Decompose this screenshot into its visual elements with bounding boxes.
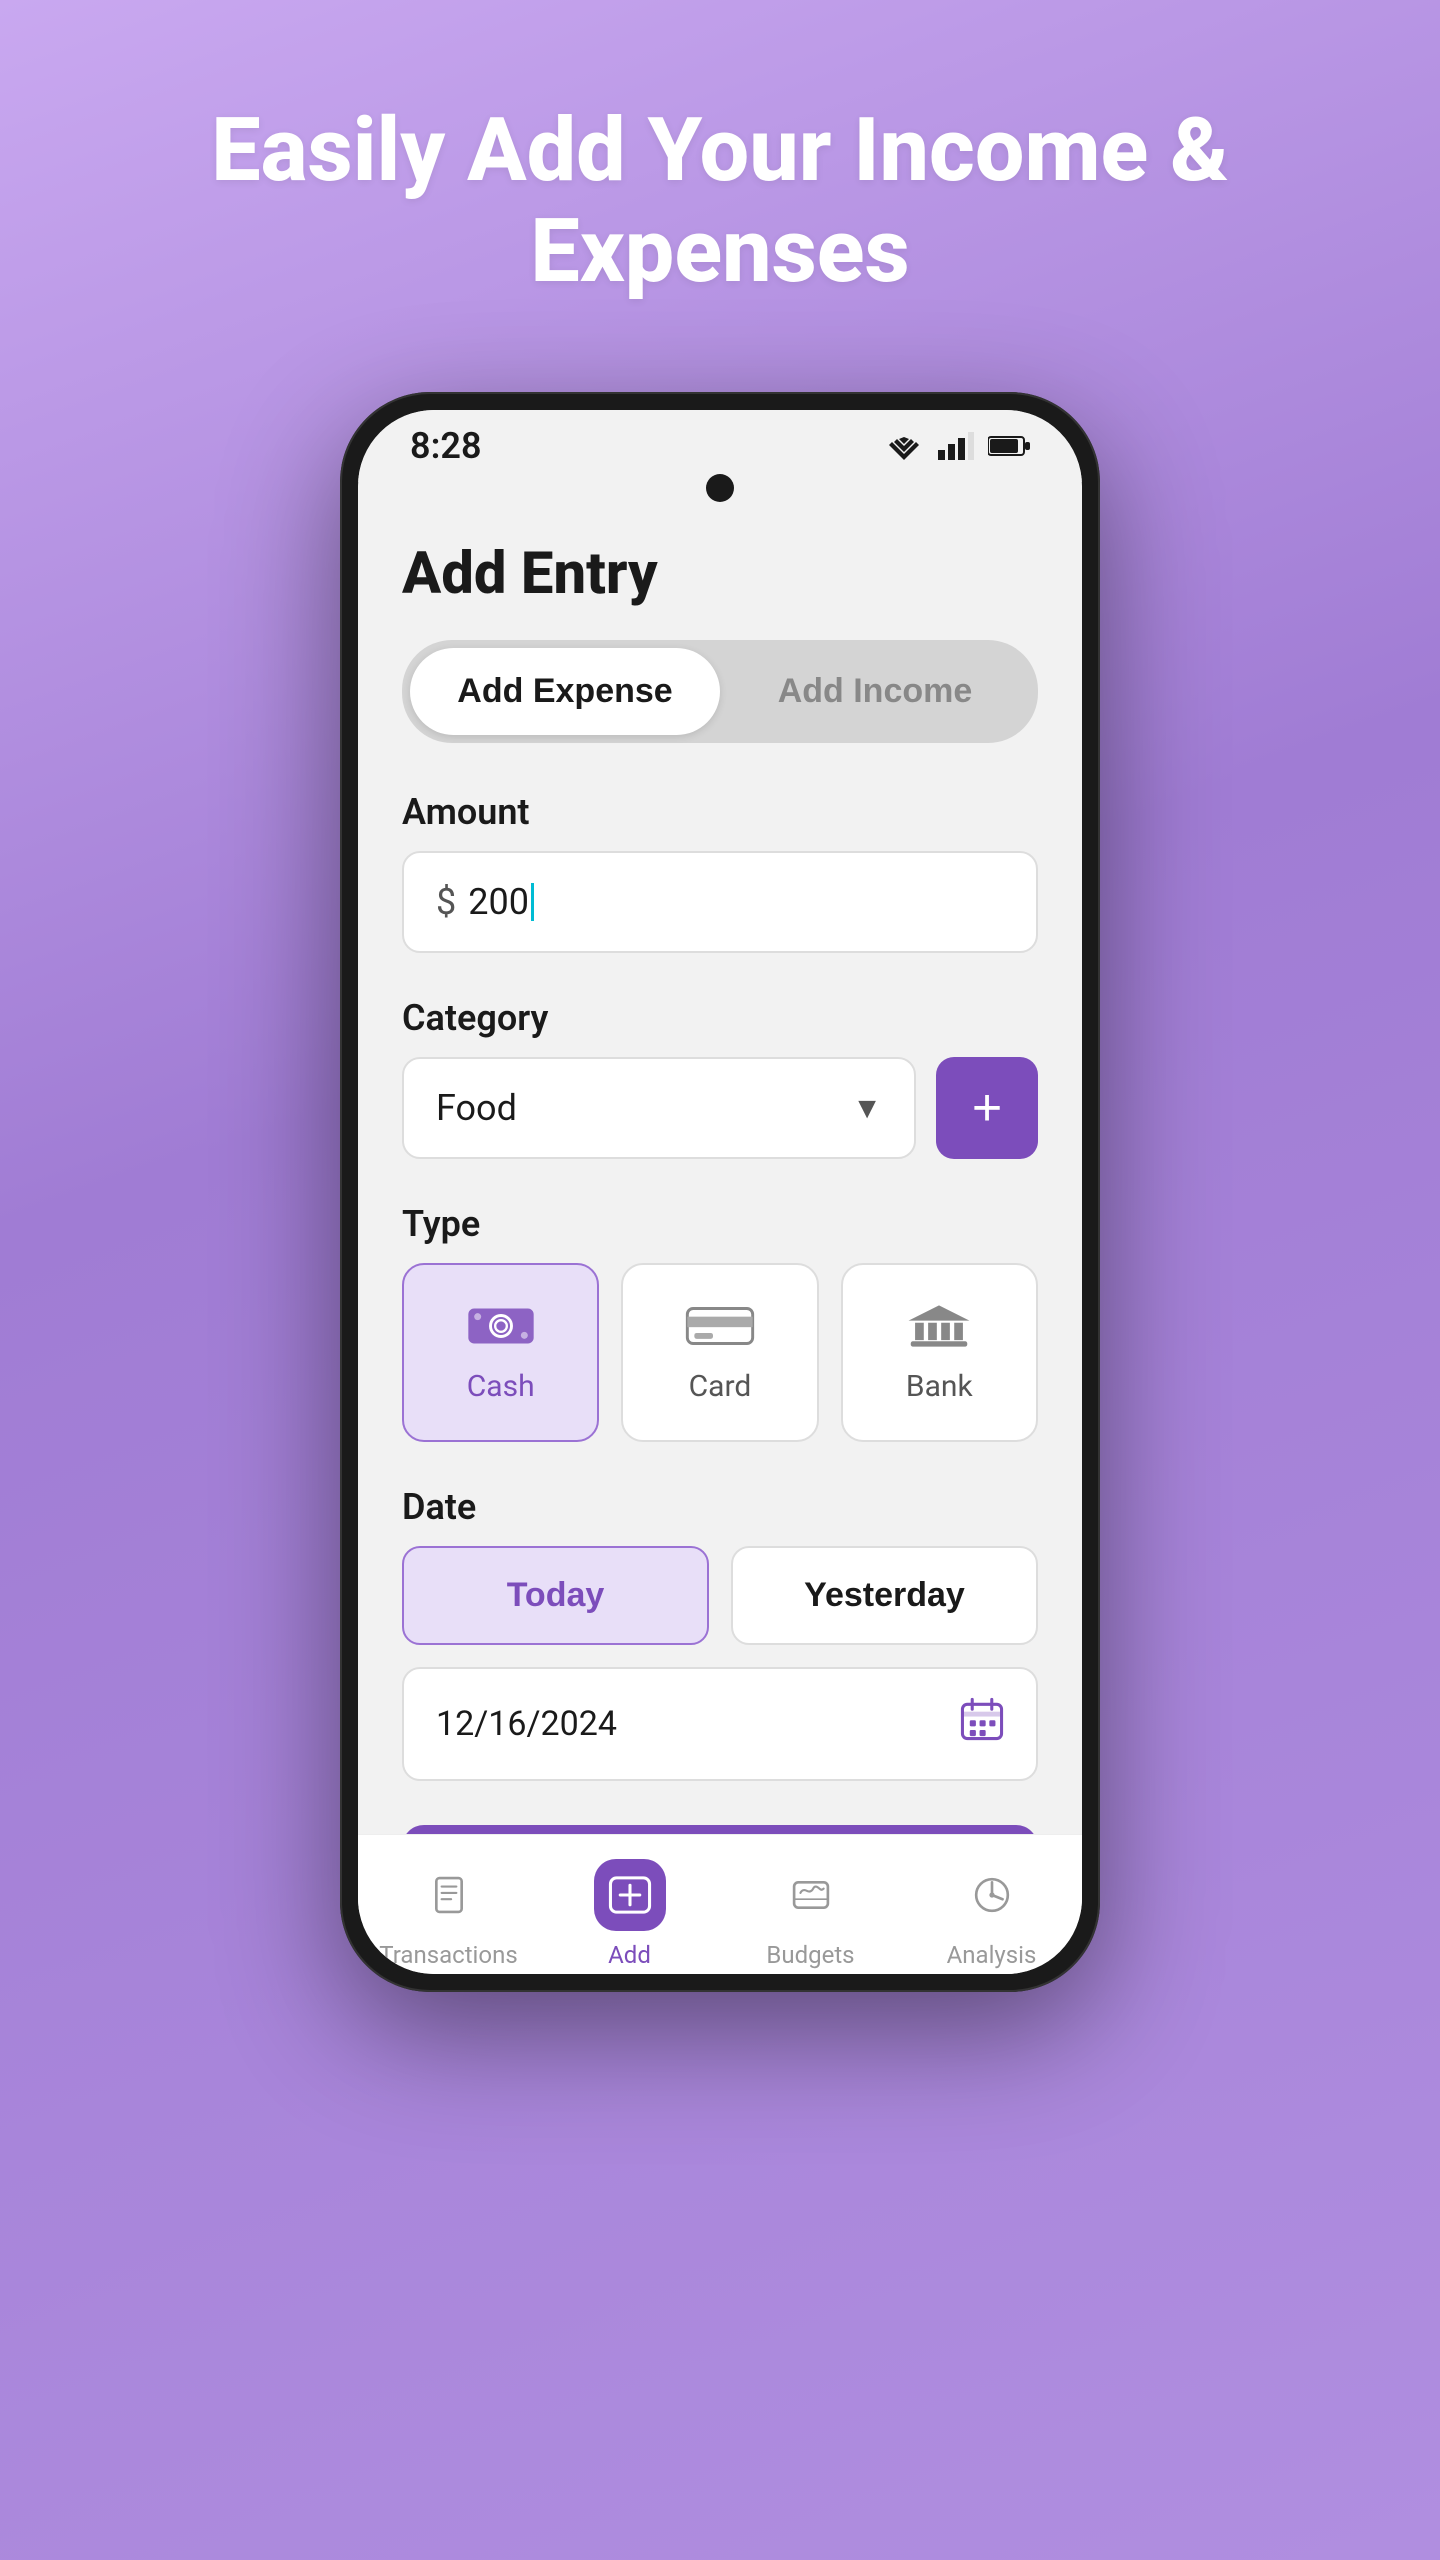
nav-transactions-icon-wrap (413, 1859, 485, 1931)
category-row: Food ▼ + (402, 1057, 1038, 1159)
add-icon (608, 1873, 652, 1917)
cash-icon (466, 1301, 536, 1351)
amount-label: Amount (402, 791, 1038, 833)
type-label: Type (402, 1203, 1038, 1245)
add-button[interactable]: Add (402, 1825, 1038, 1834)
type-card[interactable]: Card (621, 1263, 818, 1442)
nav-analysis-icon-wrap (956, 1859, 1028, 1931)
nav-add-icon-wrap (594, 1859, 666, 1931)
amount-value: 200 (468, 881, 529, 923)
nav-transactions-label: Transactions (379, 1941, 517, 1969)
type-cash[interactable]: Cash (402, 1263, 599, 1442)
text-cursor (531, 883, 534, 921)
notch-area (358, 474, 1082, 502)
nav-budgets[interactable]: Budgets (720, 1859, 901, 1969)
nav-budgets-icon-wrap (775, 1859, 847, 1931)
date-today-button[interactable]: Today (402, 1546, 709, 1645)
battery-icon (988, 435, 1030, 457)
page-title: Add Entry (402, 540, 1038, 608)
phone-device: 8:28 (340, 392, 1100, 1992)
nav-analysis-label: Analysis (947, 1941, 1037, 1969)
nav-add[interactable]: Add (539, 1859, 720, 1969)
calendar-icon (960, 1697, 1004, 1751)
card-label: Card (689, 1369, 752, 1404)
cash-label: Cash (467, 1369, 535, 1404)
category-label: Category (402, 997, 1038, 1039)
phone-screen: 8:28 (358, 410, 1082, 1974)
bottom-nav: Transactions Add (358, 1834, 1082, 1974)
nav-add-label: Add (608, 1941, 651, 1969)
transactions-icon (430, 1876, 468, 1914)
budgets-icon (792, 1876, 830, 1914)
date-value: 12/16/2024 (436, 1704, 617, 1744)
hero-section: Easily Add Your Income & Expenses (0, 0, 1440, 302)
amount-prefix: $ (436, 881, 456, 923)
status-time: 8:28 (410, 425, 482, 467)
amount-input[interactable]: $ 200 (402, 851, 1038, 953)
nav-budgets-label: Budgets (766, 1941, 854, 1969)
signal-icon (938, 432, 974, 460)
plus-icon: + (972, 1082, 1002, 1134)
category-selected-value: Food (436, 1087, 517, 1129)
nav-analysis[interactable]: Analysis (901, 1859, 1082, 1969)
date-label: Date (402, 1486, 1038, 1528)
type-bank[interactable]: Bank (841, 1263, 1038, 1442)
card-icon (685, 1301, 755, 1351)
camera-notch (706, 474, 734, 502)
bank-icon (904, 1301, 974, 1351)
app-content: Add Entry Add Expense Add Income Amount … (358, 510, 1082, 1834)
date-yesterday-button[interactable]: Yesterday (731, 1546, 1038, 1645)
analysis-icon (973, 1876, 1011, 1914)
nav-transactions[interactable]: Transactions (358, 1859, 539, 1969)
tab-income[interactable]: Add Income (720, 648, 1030, 735)
category-dropdown[interactable]: Food ▼ (402, 1057, 916, 1159)
type-selector: Cash Card (402, 1263, 1038, 1442)
tab-toggle[interactable]: Add Expense Add Income (402, 640, 1038, 743)
hero-title: Easily Add Your Income & Expenses (0, 100, 1440, 302)
tab-expense[interactable]: Add Expense (410, 648, 720, 735)
wifi-icon (884, 432, 924, 460)
bank-label: Bank (906, 1369, 973, 1404)
date-toggle: Today Yesterday (402, 1546, 1038, 1645)
add-category-button[interactable]: + (936, 1057, 1038, 1159)
dropdown-arrow-icon: ▼ (852, 1091, 882, 1126)
status-bar: 8:28 (358, 410, 1082, 482)
date-input[interactable]: 12/16/2024 (402, 1667, 1038, 1781)
status-icons (884, 432, 1030, 460)
